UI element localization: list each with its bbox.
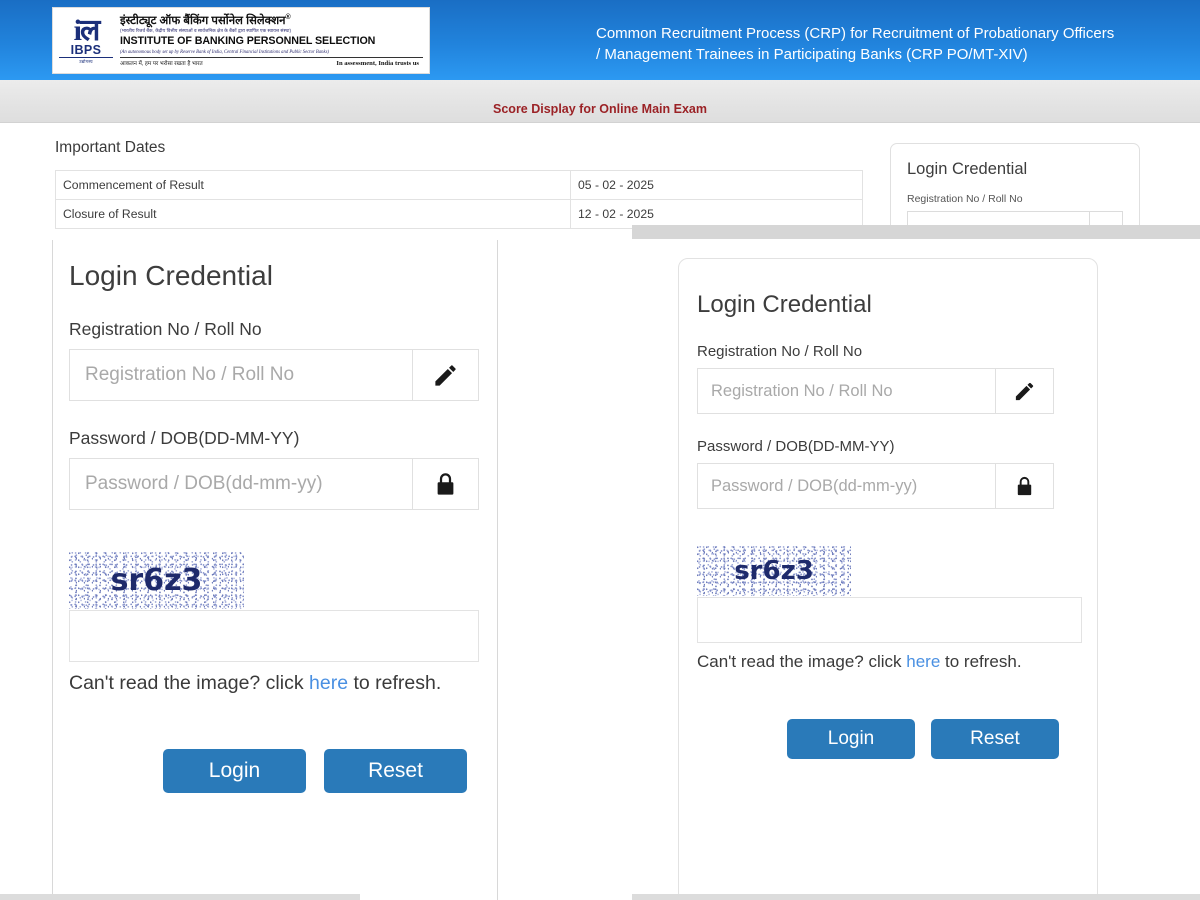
captcha-refresh-link[interactable]: here xyxy=(309,672,348,694)
form-actions: Login Reset xyxy=(787,718,1079,759)
pencil-icon[interactable] xyxy=(413,349,479,401)
password-label: Password / DOB(DD-MM-YY) xyxy=(69,428,300,448)
login-panel-title: Login Credential xyxy=(69,260,273,291)
registration-label: Registration No / Roll No xyxy=(69,319,262,339)
bottom-edge-shade-left xyxy=(0,894,360,900)
ibps-hindi-title-text: इंस्टीट्यूट ऑफ बैंकिंग पर्सोनेल सिलेक्शन xyxy=(120,15,286,28)
ibps-tagline-hindi: आकलन में, हम पर भरोसा रखता है भारत xyxy=(120,60,203,67)
login-card-title: Login Credential xyxy=(907,160,1028,178)
date-label: Closure of Result xyxy=(55,199,571,229)
captcha-hint-suffix: to refresh. xyxy=(348,672,442,694)
captcha-text: sr6z3 xyxy=(734,556,814,586)
captcha-text: sr6z3 xyxy=(110,563,203,598)
registration-input[interactable]: Registration No / Roll No xyxy=(697,368,996,414)
reset-button[interactable]: Reset xyxy=(931,718,1059,759)
registration-input[interactable]: Registration No / Roll No xyxy=(69,349,413,401)
site-header: iल IBPS उद्योगस्य इंस्टीट्यूट ऑफ बैंकिंग… xyxy=(0,0,1200,80)
captcha-hint-prefix: Can't read the image? click xyxy=(69,672,310,694)
captcha-image: sr6z3 xyxy=(69,552,244,609)
ibps-abbreviation: IBPS xyxy=(70,43,102,58)
ibps-tagline-english: In assessment, India trusts us xyxy=(336,59,419,67)
registration-label: Registration No / Roll No xyxy=(697,343,863,360)
password-input-row: Password / DOB(dd-mm-yy) xyxy=(697,463,1054,509)
captcha-hint-prefix: Can't read the image? click xyxy=(697,652,907,671)
ibps-hindi-subtitle: (भारतीय रिजर्व बैंक, केंद्रीय वित्तीय सं… xyxy=(120,28,292,34)
login-form-left: Login Credential Registration No / Roll … xyxy=(69,240,497,793)
login-panel-card-right: Login Credential Registration No / Roll … xyxy=(678,258,1098,900)
screenshot-root: iल IBPS उद्योगस्य इंस्टीट्यूट ऑफ बैंकिंग… xyxy=(0,0,1200,900)
captcha-refresh-hint: Can't read the image? click here to refr… xyxy=(697,647,1067,677)
ibps-monogram-icon: iल xyxy=(73,14,101,48)
ibps-logo-text: इंस्टीट्यूट ऑफ बैंकिंग पर्सोनेल सिलेक्शन… xyxy=(117,14,423,67)
bottom-edge-shade-right xyxy=(632,894,1200,900)
date-value: 05 - 02 - 2025 xyxy=(570,170,863,200)
password-input-row: Password / DOB(dd-mm-yy) xyxy=(69,458,479,510)
captcha-refresh-link[interactable]: here xyxy=(906,652,940,671)
form-actions: Login Reset xyxy=(163,748,497,793)
overlay-gray-strip xyxy=(632,225,1200,239)
captcha-hint-suffix: to refresh. xyxy=(940,652,1022,671)
login-panel-zoom-left: Login Credential Registration No / Roll … xyxy=(52,240,498,900)
notice-text: Score Display for Online Main Exam xyxy=(493,102,707,116)
lock-icon[interactable] xyxy=(996,463,1054,509)
date-label: Commencement of Result xyxy=(55,170,571,200)
ibps-english-title: INSTITUTE OF BANKING PERSONNEL SELECTION xyxy=(120,35,376,48)
captcha-refresh-hint: Can't read the image? click here to refr… xyxy=(69,667,469,701)
lock-icon[interactable] xyxy=(413,458,479,510)
ibps-logo-mark: iल IBPS उद्योगस्य xyxy=(59,12,113,70)
ibps-english-subtitle: (An autonomous body set up by Reserve Ba… xyxy=(120,49,329,55)
registration-label: Registration No / Roll No xyxy=(907,193,1023,205)
ibps-abbreviation-sub: उद्योगस्य xyxy=(59,57,113,64)
important-dates-table: Commencement of Result 05 - 02 - 2025 Cl… xyxy=(55,170,863,229)
password-input[interactable]: Password / DOB(dd-mm-yy) xyxy=(69,458,413,510)
login-button[interactable]: Login xyxy=(787,718,915,759)
pencil-icon[interactable] xyxy=(996,368,1054,414)
captcha-input[interactable] xyxy=(69,610,479,662)
ibps-hindi-title: इंस्टीट्यूट ऑफ बैंकिंग पर्सोनेल सिलेक्शन… xyxy=(120,14,423,28)
important-dates-heading: Important Dates xyxy=(55,139,166,156)
login-panel-title: Login Credential xyxy=(697,291,872,318)
password-input[interactable]: Password / DOB(dd-mm-yy) xyxy=(697,463,996,509)
page-title: Common Recruitment Process (CRP) for Rec… xyxy=(596,25,1115,64)
registration-input-row: Registration No / Roll No xyxy=(69,349,479,401)
captcha-input[interactable] xyxy=(697,597,1082,643)
captcha-image: sr6z3 xyxy=(697,546,851,596)
reset-button[interactable]: Reset xyxy=(324,748,467,793)
registered-mark: ® xyxy=(285,14,291,22)
password-label: Password / DOB(DD-MM-YY) xyxy=(697,438,895,455)
login-button[interactable]: Login xyxy=(163,748,306,793)
ibps-logo: iल IBPS उद्योगस्य इंस्टीट्यूट ऑफ बैंकिंग… xyxy=(52,7,430,74)
registration-input-row: Registration No / Roll No xyxy=(697,368,1054,414)
ibps-tagline: आकलन में, हम पर भरोसा रखता है भारत In as… xyxy=(120,56,423,67)
table-row: Commencement of Result 05 - 02 - 2025 xyxy=(55,170,863,200)
